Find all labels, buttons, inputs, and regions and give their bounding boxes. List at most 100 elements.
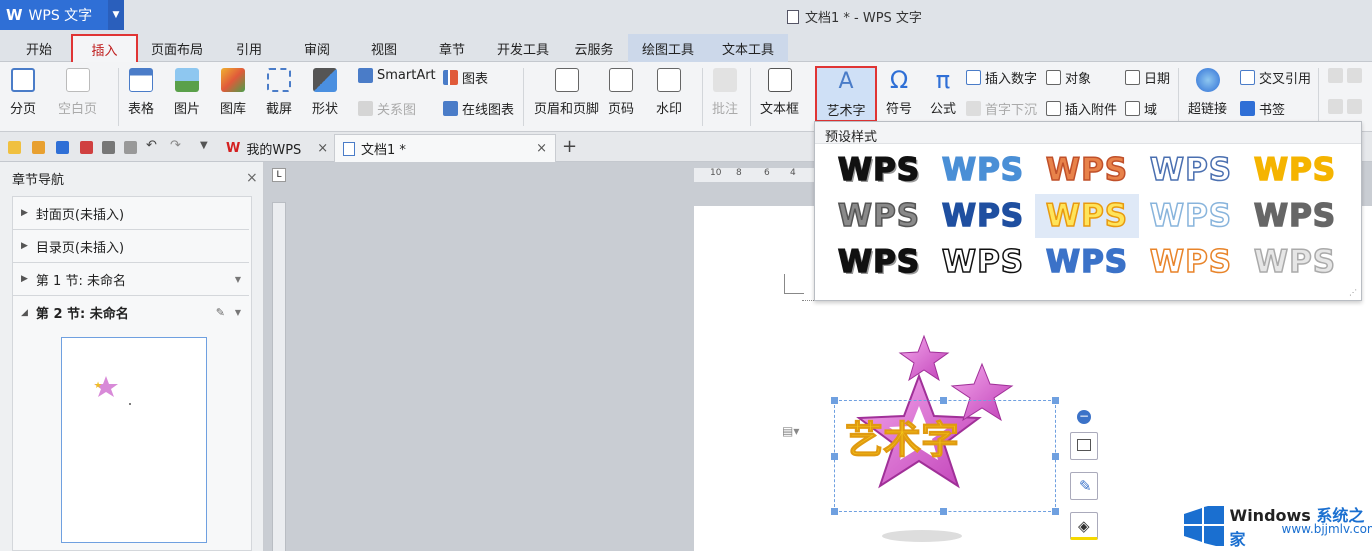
save-icon[interactable]	[56, 141, 69, 154]
resize-handle[interactable]	[1052, 453, 1059, 460]
online-chart-button[interactable]: 在线图表	[443, 99, 514, 118]
new-file-icon[interactable]	[8, 141, 21, 154]
more-tool-1-icon[interactable]	[1328, 68, 1362, 83]
bookmark-button[interactable]: 书签	[1240, 99, 1285, 118]
customize-dropdown-icon[interactable]: ▼	[200, 140, 213, 153]
tab-references[interactable]: 引用	[224, 34, 274, 62]
drop-cap-button[interactable]: 首字下沉	[966, 99, 1037, 118]
textbox-button[interactable]: 文本框	[760, 68, 799, 117]
shape-button[interactable]: 形状	[312, 68, 338, 117]
tab-developer[interactable]: 开发工具	[490, 34, 556, 62]
wordart-style-option[interactable]: WPS	[1035, 240, 1139, 284]
app-menu-dropdown-icon[interactable]: ▼	[108, 0, 124, 30]
expand-icon[interactable]: ▶	[21, 208, 28, 218]
resize-grip-icon[interactable]: ⋰	[1349, 288, 1357, 297]
relation-chart-button[interactable]: 关系图	[358, 99, 416, 118]
wordart-style-option[interactable]: WPS	[1243, 148, 1347, 192]
tab-insert[interactable]: 插入	[71, 34, 138, 62]
nav-item-cover[interactable]: ▶ 封面页(未插入)	[13, 197, 249, 230]
formula-button[interactable]: π 公式	[930, 68, 956, 117]
expand-icon[interactable]: ▶	[21, 274, 28, 284]
more-tool-2-icon[interactable]	[1328, 99, 1362, 114]
tab-view[interactable]: 视图	[359, 34, 409, 62]
chevron-down-icon[interactable]: ▼	[235, 275, 241, 284]
picture-button[interactable]: 图片	[174, 68, 200, 117]
print-icon[interactable]	[102, 141, 115, 154]
layout-options-button[interactable]	[1070, 432, 1098, 460]
page-thumbnail[interactable]: ★	[61, 337, 207, 543]
paste-options-icon[interactable]: ▤▾	[782, 424, 799, 438]
resize-handle[interactable]	[1052, 508, 1059, 515]
insert-number-button[interactable]: 插入数字	[966, 68, 1037, 87]
resize-handle[interactable]	[1052, 397, 1059, 404]
smartart-button[interactable]: SmartArt	[358, 68, 436, 83]
attachment-button[interactable]: 插入附件	[1046, 99, 1117, 118]
resize-handle[interactable]	[831, 453, 838, 460]
nav-item-section-1[interactable]: ▶ 第 1 节: 未命名 ▼	[13, 263, 249, 296]
tab-cloud[interactable]: 云服务	[566, 34, 622, 62]
wordart-style-option[interactable]: WPS	[1139, 194, 1243, 238]
hyperlink-button[interactable]: 超链接	[1188, 68, 1227, 117]
app-menu-button[interactable]: W WPS 文字	[0, 0, 108, 30]
blank-page-button[interactable]: 空白页	[58, 68, 97, 117]
edit-shape-button[interactable]: ✎	[1070, 472, 1098, 500]
tab-home[interactable]: 开始	[14, 34, 64, 62]
cross-reference-button[interactable]: 交叉引用	[1240, 68, 1311, 87]
tab-document-1[interactable]: 文档1 * ×	[334, 134, 556, 162]
wordart-style-option[interactable]: WPS	[931, 240, 1035, 284]
chart-button[interactable]: 图表	[443, 68, 488, 87]
symbol-button[interactable]: Ω 符号	[886, 68, 912, 117]
table-button[interactable]: 表格	[128, 68, 154, 117]
tab-stop-selector[interactable]: L	[272, 168, 286, 182]
wordart-button[interactable]: A 艺术字	[815, 66, 877, 122]
resize-handle[interactable]	[831, 508, 838, 515]
field-button[interactable]: 域	[1125, 99, 1157, 118]
tab-drawing-tools[interactable]: 绘图工具	[628, 34, 708, 62]
print-preview-icon[interactable]	[124, 141, 137, 154]
screenshot-button[interactable]: 截屏	[266, 68, 292, 117]
fill-color-button[interactable]: ◈	[1070, 512, 1098, 540]
comment-button[interactable]: 批注	[712, 68, 738, 117]
resize-handle[interactable]	[940, 397, 947, 404]
wordart-style-option[interactable]: WPS	[1139, 240, 1243, 284]
resize-handle[interactable]	[831, 397, 838, 404]
header-footer-button[interactable]: 页眉和页脚	[534, 68, 599, 117]
collapse-toolbar-icon[interactable]: −	[1077, 410, 1091, 424]
open-folder-icon[interactable]	[32, 141, 45, 154]
wordart-selection-box[interactable]: 艺术字	[831, 397, 1059, 515]
gallery-button[interactable]: 图库	[220, 68, 246, 117]
wordart-style-option[interactable]: WPS	[1243, 240, 1347, 284]
wordart-style-option[interactable]: WPS	[1035, 194, 1139, 238]
chevron-down-icon[interactable]: ▼	[235, 308, 241, 317]
export-pdf-icon[interactable]	[80, 141, 93, 154]
pencil-icon[interactable]: ✎	[216, 306, 225, 319]
wordart-style-option[interactable]: WPS	[931, 194, 1035, 238]
tab-chapter[interactable]: 章节	[427, 34, 477, 62]
wordart-text[interactable]: 艺术字	[844, 409, 959, 464]
new-tab-icon[interactable]: +	[562, 136, 577, 157]
wordart-style-option[interactable]: WPS	[1243, 194, 1347, 238]
undo-icon[interactable]: ↶	[146, 138, 159, 153]
expand-icon[interactable]: ▶	[21, 241, 28, 251]
wordart-style-option[interactable]: WPS	[827, 194, 931, 238]
page-break-button[interactable]: 分页	[10, 68, 36, 117]
date-button[interactable]: 日期	[1125, 68, 1170, 87]
page-number-button[interactable]: 页码	[608, 68, 634, 117]
close-icon[interactable]: ×	[317, 141, 328, 156]
tab-text-tools[interactable]: 文本工具	[708, 34, 788, 62]
nav-item-section-2[interactable]: ◢ 第 2 节: 未命名 ✎ ▼	[13, 296, 249, 329]
resize-handle[interactable]	[940, 508, 947, 515]
tab-page-layout[interactable]: 页面布局	[142, 34, 212, 62]
wordart-style-option[interactable]: WPS	[1139, 148, 1243, 192]
redo-icon[interactable]: ↷	[170, 138, 183, 153]
watermark-button[interactable]: 水印	[656, 68, 682, 117]
tab-my-wps[interactable]: W 我的WPS ×	[218, 134, 336, 162]
close-icon[interactable]: ×	[536, 141, 547, 156]
collapse-icon[interactable]: ◢	[21, 308, 28, 318]
tab-review[interactable]: 审阅	[292, 34, 342, 62]
wordart-style-option[interactable]: WPS	[827, 240, 931, 284]
wordart-style-option[interactable]: WPS	[1035, 148, 1139, 192]
object-button[interactable]: 对象	[1046, 68, 1091, 87]
close-icon[interactable]: ×	[246, 170, 258, 186]
wordart-style-option[interactable]: WPS	[931, 148, 1035, 192]
